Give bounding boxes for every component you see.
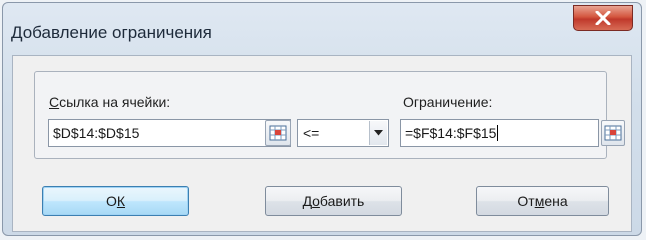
ok-button[interactable]: ОК [42, 186, 189, 216]
title-bar[interactable]: Добавление ограничения [3, 3, 641, 55]
dialog-body: Ссылка на ячейки: $D$14:$D$15 <= Огранич… [12, 55, 632, 232]
constraint-group: Ссылка на ячейки: $D$14:$D$15 <= Огранич… [34, 71, 625, 159]
cell-reference-select-button[interactable] [265, 120, 291, 146]
constraint-input[interactable]: =$F$14:$F$15 [400, 119, 599, 147]
range-select-icon [269, 125, 287, 141]
cancel-button[interactable]: От м ена [476, 186, 609, 216]
chevron-down-icon [374, 130, 383, 136]
operator-dropdown-button[interactable] [369, 121, 387, 145]
dialog-title: Добавление ограничения [11, 23, 212, 42]
operator-select[interactable]: <= [297, 119, 389, 147]
cell-reference-input[interactable]: $D$14:$D$15 [48, 119, 291, 147]
constraint-label: Ограничение: [403, 94, 493, 110]
add-constraint-dialog: Добавление ограничения Ссылка на ячейки:… [2, 2, 642, 236]
range-select-icon [604, 125, 622, 141]
close-button[interactable] [573, 5, 633, 31]
cell-reference-label: Ссылка на ячейки: [49, 94, 171, 110]
add-button[interactable]: До бавить [265, 186, 402, 216]
text-caret [497, 125, 499, 141]
constraint-select-button[interactable] [601, 120, 625, 146]
close-icon [595, 11, 611, 25]
